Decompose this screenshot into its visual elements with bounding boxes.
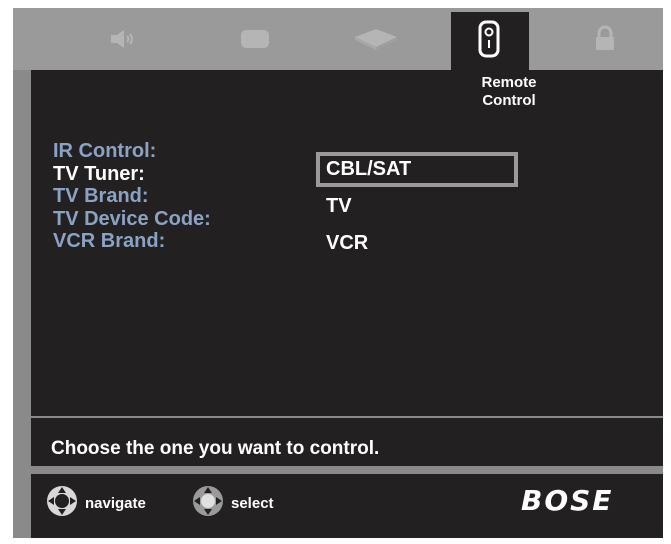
menu-item-ir-control[interactable]: IR Control: — [53, 140, 211, 163]
option-cbl-sat[interactable]: CBL/SAT — [326, 158, 411, 181]
speaker-icon[interactable] — [103, 22, 143, 56]
option-vcr[interactable]: VCR — [326, 232, 368, 255]
menu-item-tv-brand[interactable]: TV Brand: — [53, 185, 211, 208]
select-label: select — [231, 494, 274, 512]
tv-screen-icon[interactable] — [235, 22, 275, 56]
navigate-dpad-icon — [45, 484, 79, 522]
menu-item-vcr-brand[interactable]: VCR Brand: — [53, 230, 211, 253]
remote-control-icon — [477, 20, 503, 65]
main-panel: Remote Control IR Control: TV Tuner: TV … — [31, 70, 663, 416]
tab-strip — [13, 8, 663, 70]
settings-menu: IR Control: TV Tuner: TV Brand: TV Devic… — [53, 140, 211, 253]
help-text: Choose the one you want to control. — [51, 438, 380, 459]
menu-item-tv-device-code[interactable]: TV Device Code: — [53, 208, 211, 231]
help-panel: Choose the one you want to control. — [31, 418, 663, 466]
lock-icon[interactable] — [585, 22, 625, 56]
option-tv[interactable]: TV — [326, 195, 352, 218]
tab-remote-control[interactable] — [451, 12, 529, 76]
navigate-hint: navigate — [45, 484, 146, 522]
menu-item-tv-tuner[interactable]: TV Tuner: — [53, 163, 211, 186]
select-hint: select — [191, 484, 274, 522]
tab-label-remote-control: Remote Control — [481, 74, 537, 109]
select-dpad-icon — [191, 484, 225, 522]
bose-logo: BOSE — [521, 484, 614, 517]
disc-player-icon[interactable] — [351, 22, 401, 56]
navigate-label: navigate — [85, 494, 146, 512]
screen-frame: Remote Control IR Control: TV Tuner: TV … — [13, 8, 663, 538]
footer-bar: navigate select BOSE — [31, 474, 663, 538]
